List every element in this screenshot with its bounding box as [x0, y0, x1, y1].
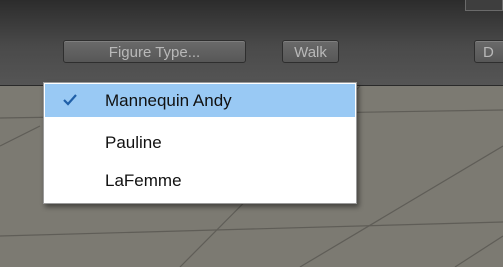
partial-button[interactable]: D [474, 40, 503, 63]
top-right-control[interactable] [465, 0, 503, 11]
menu-item-label: Mannequin Andy [105, 91, 232, 110]
menu-item-label: Pauline [105, 133, 162, 152]
figure-type-dropdown-menu: Mannequin Andy Pauline LaFemme [43, 82, 357, 204]
checkmark-icon [63, 94, 77, 106]
walk-button[interactable]: Walk [282, 40, 339, 63]
menu-item-pauline[interactable]: Pauline [45, 126, 355, 159]
menu-item-mannequin-andy[interactable]: Mannequin Andy [45, 84, 355, 117]
figure-type-button[interactable]: Figure Type... [63, 40, 246, 63]
toolbar: Figure Type... Walk D [0, 0, 503, 86]
menu-item-label: LaFemme [105, 171, 182, 190]
menu-item-lafemme[interactable]: LaFemme [45, 164, 355, 197]
toolbar-top-strip [0, 0, 503, 18]
